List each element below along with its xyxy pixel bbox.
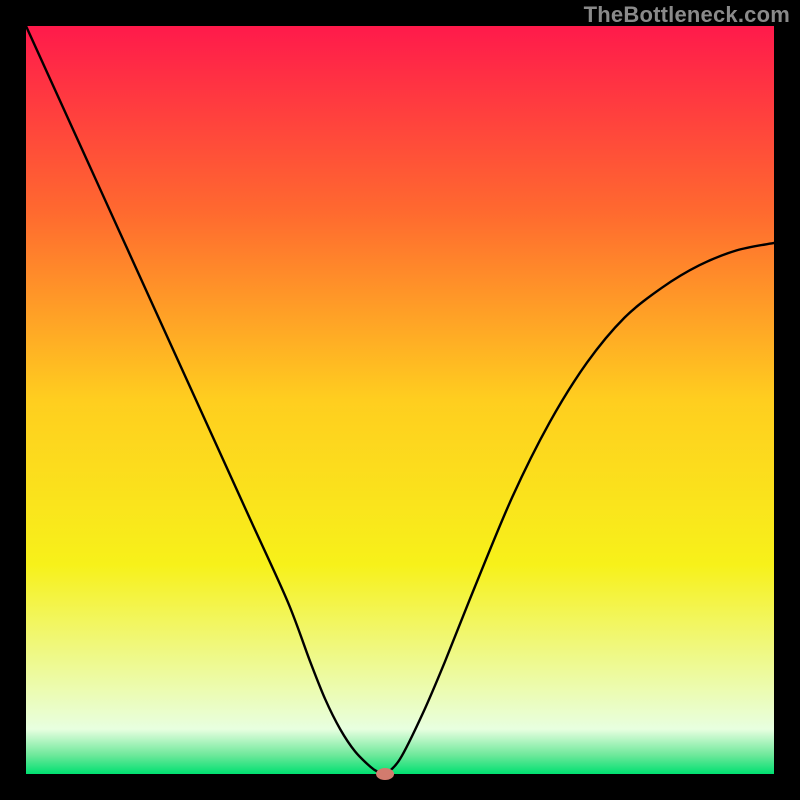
chart-container: TheBottleneck.com (0, 0, 800, 800)
attribution-watermark: TheBottleneck.com (584, 2, 790, 28)
bottleneck-chart (0, 0, 800, 800)
optimum-point-marker (376, 768, 394, 780)
plot-area (26, 26, 774, 774)
